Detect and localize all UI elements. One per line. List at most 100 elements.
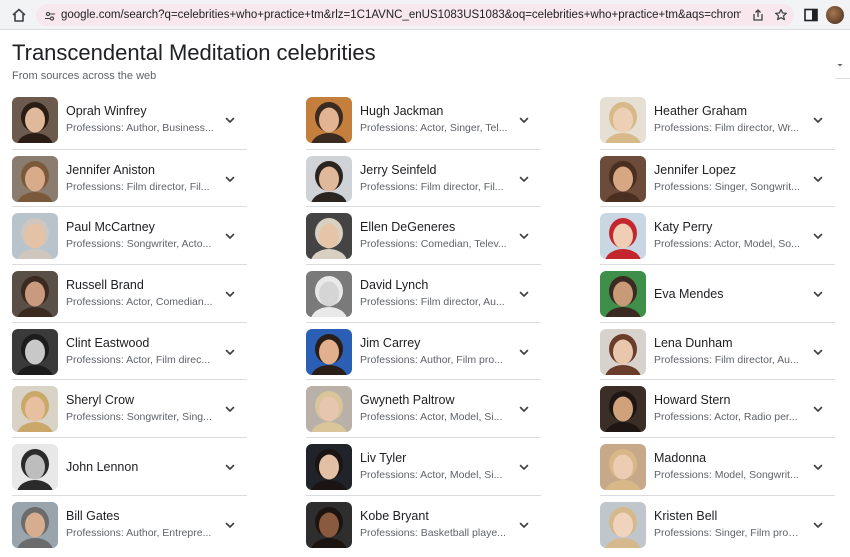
- chevron-down-icon[interactable]: [223, 518, 237, 532]
- share-icon[interactable]: [751, 8, 765, 22]
- celebrity-item[interactable]: Jim Carrey Professions: Author, Film pro.…: [306, 321, 541, 380]
- celebrity-item[interactable]: Howard Stern Professions: Actor, Radio pe…: [600, 379, 835, 437]
- chevron-down-icon[interactable]: [517, 345, 531, 359]
- celebrity-photo[interactable]: [600, 213, 646, 260]
- celebrity-item[interactable]: Katy Perry Professions: Actor, Model, So.…: [600, 206, 835, 264]
- celebrity-photo[interactable]: [306, 155, 352, 202]
- side-panel-icon[interactable]: [803, 7, 819, 23]
- celebrity-photo[interactable]: [12, 155, 58, 202]
- chevron-down-icon[interactable]: [811, 172, 825, 186]
- celebrity-photo[interactable]: [12, 271, 58, 318]
- site-info-icon[interactable]: [44, 9, 56, 21]
- celebrity-name[interactable]: Kobe Bryant: [360, 509, 429, 523]
- chevron-down-icon[interactable]: [517, 460, 531, 474]
- bookmark-star-icon[interactable]: [774, 8, 788, 22]
- chevron-down-icon[interactable]: [223, 345, 237, 359]
- chevron-down-icon[interactable]: [811, 460, 825, 474]
- celebrity-name[interactable]: Jennifer Aniston: [66, 163, 155, 177]
- celebrity-name[interactable]: Hugh Jackman: [360, 104, 443, 118]
- profile-avatar[interactable]: [826, 6, 844, 24]
- celebrity-name[interactable]: Clint Eastwood: [66, 336, 149, 350]
- chevron-down-icon[interactable]: [811, 402, 825, 416]
- celebrity-name[interactable]: Russell Brand: [66, 278, 144, 292]
- celebrity-photo[interactable]: [600, 97, 646, 143]
- celebrity-photo[interactable]: [306, 501, 352, 548]
- celebrity-name[interactable]: Gwyneth Paltrow: [360, 393, 454, 407]
- celebrity-item[interactable]: Lena Dunham Professions: Film director, A…: [600, 321, 835, 380]
- celebrity-photo[interactable]: [306, 213, 352, 260]
- celebrity-item[interactable]: Bill Gates Professions: Author, Entrepre.…: [12, 494, 247, 553]
- celebrity-item[interactable]: Kobe Bryant Professions: Basketball playe…: [306, 494, 541, 553]
- celebrity-item[interactable]: Heather Graham Professions: Film director…: [600, 91, 835, 149]
- celebrity-photo[interactable]: [600, 328, 646, 375]
- chevron-down-icon[interactable]: [811, 518, 825, 532]
- celebrity-item[interactable]: Paul McCartney Professions: Songwriter, A…: [12, 206, 247, 264]
- celebrity-photo[interactable]: [12, 328, 58, 375]
- celebrity-name[interactable]: Liv Tyler: [360, 451, 406, 465]
- chevron-down-icon[interactable]: [223, 229, 237, 243]
- celebrity-photo[interactable]: [600, 386, 646, 433]
- celebrity-item[interactable]: Russell Brand Professions: Actor, Comedia…: [12, 264, 247, 322]
- celebrity-name[interactable]: Katy Perry: [654, 220, 712, 234]
- celebrity-photo[interactable]: [12, 501, 58, 548]
- celebrity-item[interactable]: John Lennon: [12, 437, 247, 495]
- celebrity-item[interactable]: Oprah Winfrey Professions: Author, Busine…: [12, 91, 247, 149]
- celebrity-photo[interactable]: [306, 328, 352, 375]
- celebrity-photo[interactable]: [600, 271, 646, 318]
- celebrity-name[interactable]: John Lennon: [66, 460, 138, 474]
- celebrity-photo[interactable]: [306, 444, 352, 491]
- caret-down-icon[interactable]: [834, 58, 846, 70]
- chevron-down-icon[interactable]: [223, 172, 237, 186]
- celebrity-item[interactable]: Ellen DeGeneres Professions: Comedian, Te…: [306, 206, 541, 264]
- celebrity-item[interactable]: Clint Eastwood Professions: Actor, Film d…: [12, 321, 247, 380]
- celebrity-name[interactable]: Heather Graham: [654, 104, 747, 118]
- celebrity-name[interactable]: Sheryl Crow: [66, 393, 134, 407]
- celebrity-item[interactable]: Eva Mendes: [600, 264, 835, 322]
- chevron-down-icon[interactable]: [517, 518, 531, 532]
- chevron-down-icon[interactable]: [223, 402, 237, 416]
- celebrity-name[interactable]: Jerry Seinfeld: [360, 163, 436, 177]
- celebrity-name[interactable]: David Lynch: [360, 278, 428, 292]
- celebrity-name[interactable]: Madonna: [654, 451, 706, 465]
- chevron-down-icon[interactable]: [811, 287, 825, 301]
- celebrity-name[interactable]: Bill Gates: [66, 509, 120, 523]
- chevron-down-icon[interactable]: [223, 287, 237, 301]
- celebrity-name[interactable]: Oprah Winfrey: [66, 104, 147, 118]
- celebrity-name[interactable]: Lena Dunham: [654, 336, 733, 350]
- chevron-down-icon[interactable]: [517, 113, 531, 127]
- chevron-down-icon[interactable]: [811, 113, 825, 127]
- celebrity-photo[interactable]: [12, 97, 58, 143]
- celebrity-photo[interactable]: [600, 444, 646, 491]
- celebrity-name[interactable]: Kristen Bell: [654, 509, 717, 523]
- celebrity-item[interactable]: Jennifer Aniston Professions: Film direct…: [12, 148, 247, 207]
- address-bar[interactable]: google.com/search?q=celebrities+who+prac…: [36, 4, 794, 26]
- celebrity-item[interactable]: Jerry Seinfeld Professions: Film director…: [306, 148, 541, 207]
- celebrity-name[interactable]: Jim Carrey: [360, 336, 420, 350]
- celebrity-name[interactable]: Howard Stern: [654, 393, 730, 407]
- celebrity-photo[interactable]: [600, 501, 646, 548]
- celebrity-photo[interactable]: [12, 213, 58, 260]
- chevron-down-icon[interactable]: [517, 229, 531, 243]
- chevron-down-icon[interactable]: [517, 172, 531, 186]
- celebrity-photo[interactable]: [306, 97, 352, 143]
- celebrity-item[interactable]: Hugh Jackman Professions: Actor, Singer, …: [306, 91, 541, 149]
- celebrity-name[interactable]: Paul McCartney: [66, 220, 155, 234]
- celebrity-name[interactable]: Eva Mendes: [654, 287, 723, 301]
- celebrity-photo[interactable]: [12, 444, 58, 491]
- celebrity-item[interactable]: Jennifer Lopez Professions: Singer, Songw…: [600, 148, 835, 207]
- celebrity-photo[interactable]: [306, 386, 352, 433]
- celebrity-photo[interactable]: [12, 386, 58, 433]
- chevron-down-icon[interactable]: [517, 402, 531, 416]
- celebrity-item[interactable]: Gwyneth Paltrow Professions: Actor, Model…: [306, 379, 541, 437]
- celebrity-photo[interactable]: [600, 155, 646, 202]
- celebrity-name[interactable]: Jennifer Lopez: [654, 163, 736, 177]
- celebrity-item[interactable]: David Lynch Professions: Film director, A…: [306, 264, 541, 322]
- celebrity-item[interactable]: Liv Tyler Professions: Actor, Model, Si..…: [306, 437, 541, 495]
- chevron-down-icon[interactable]: [811, 229, 825, 243]
- chevron-down-icon[interactable]: [223, 113, 237, 127]
- celebrity-item[interactable]: Sheryl Crow Professions: Songwriter, Sing…: [12, 379, 247, 437]
- celebrity-item[interactable]: Kristen Bell Professions: Singer, Film pr…: [600, 494, 835, 553]
- chevron-down-icon[interactable]: [811, 345, 825, 359]
- celebrity-name[interactable]: Ellen DeGeneres: [360, 220, 455, 234]
- celebrity-item[interactable]: Madonna Professions: Model, Songwrit...: [600, 437, 835, 495]
